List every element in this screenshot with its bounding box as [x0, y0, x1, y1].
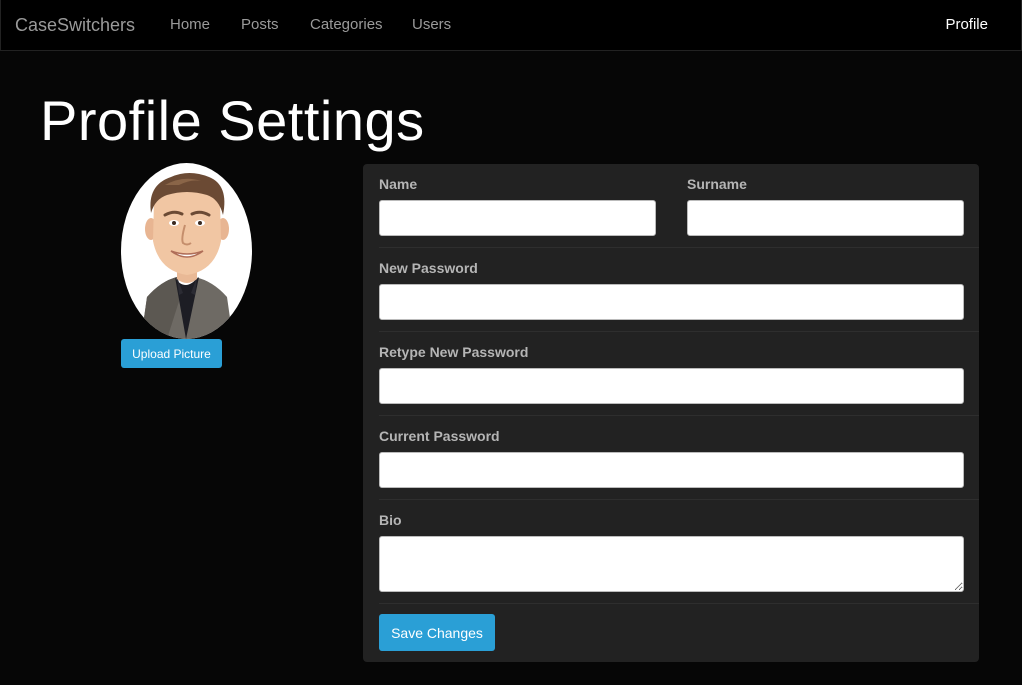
retype-password-label: Retype New Password [379, 344, 529, 360]
name-input[interactable] [379, 200, 656, 236]
nav-link-home[interactable]: Home [170, 16, 210, 33]
nav-link-users[interactable]: Users [412, 16, 451, 33]
avatar [121, 163, 252, 339]
form-divider [379, 415, 979, 416]
retype-password-input[interactable] [379, 368, 964, 404]
form-divider [379, 247, 979, 248]
current-password-input[interactable] [379, 452, 964, 488]
form-divider [379, 331, 979, 332]
form-divider [379, 603, 979, 604]
profile-form-panel: Name Surname New Password Retype New Pas… [363, 164, 979, 662]
surname-input[interactable] [687, 200, 964, 236]
page-title: Profile Settings [40, 89, 425, 152]
save-changes-button[interactable]: Save Changes [379, 614, 495, 651]
new-password-label: New Password [379, 260, 478, 276]
avatar-caricature-image [141, 173, 233, 339]
nav-link-profile[interactable]: Profile [945, 16, 988, 33]
form-divider [379, 499, 979, 500]
name-label: Name [379, 176, 418, 192]
new-password-input[interactable] [379, 284, 964, 320]
nav-link-posts[interactable]: Posts [241, 16, 279, 33]
navbar: CaseSwitchers Home Posts Categories User… [0, 0, 1022, 51]
upload-picture-button[interactable]: Upload Picture [121, 339, 222, 368]
bio-label: Bio [379, 512, 402, 528]
nav-link-categories[interactable]: Categories [310, 16, 383, 33]
bio-textarea[interactable] [379, 536, 964, 592]
surname-label: Surname [687, 176, 747, 192]
current-password-label: Current Password [379, 428, 500, 444]
brand-link[interactable]: CaseSwitchers [15, 15, 135, 36]
